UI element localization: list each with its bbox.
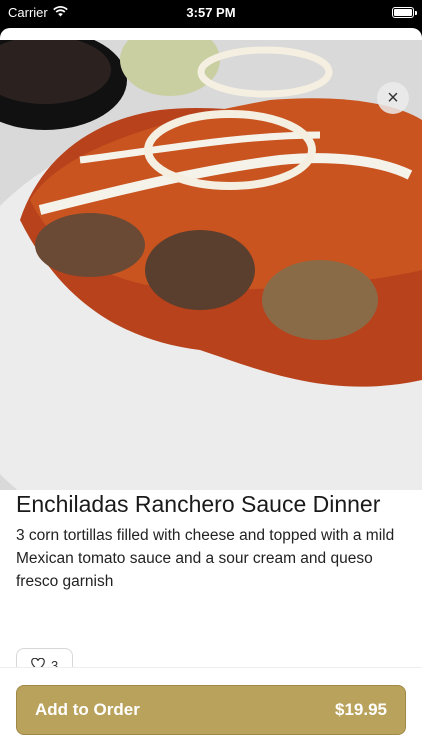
item-details: Enchiladas Ranchero Sauce Dinner 3 corn … xyxy=(16,488,406,593)
status-bar: Carrier 3:57 PM xyxy=(0,0,422,24)
add-to-order-label: Add to Order xyxy=(35,700,140,719)
battery-icon xyxy=(392,6,417,18)
carrier-label: Carrier xyxy=(8,4,48,20)
item-price: $19.95 xyxy=(335,700,387,719)
item-title: Enchiladas Ranchero Sauce Dinner xyxy=(16,491,381,517)
item-description: 3 corn tortillas filled with cheese and … xyxy=(16,527,395,590)
item-photo xyxy=(0,40,422,490)
add-to-order-button[interactable]: Add to Order $19.95 xyxy=(16,685,406,735)
item-detail-sheet: × xyxy=(0,28,422,750)
status-left: Carrier xyxy=(8,5,68,20)
wifi-icon xyxy=(52,5,68,20)
close-button[interactable]: × xyxy=(377,82,409,114)
order-footer: Add to Order $19.95 xyxy=(0,667,422,750)
